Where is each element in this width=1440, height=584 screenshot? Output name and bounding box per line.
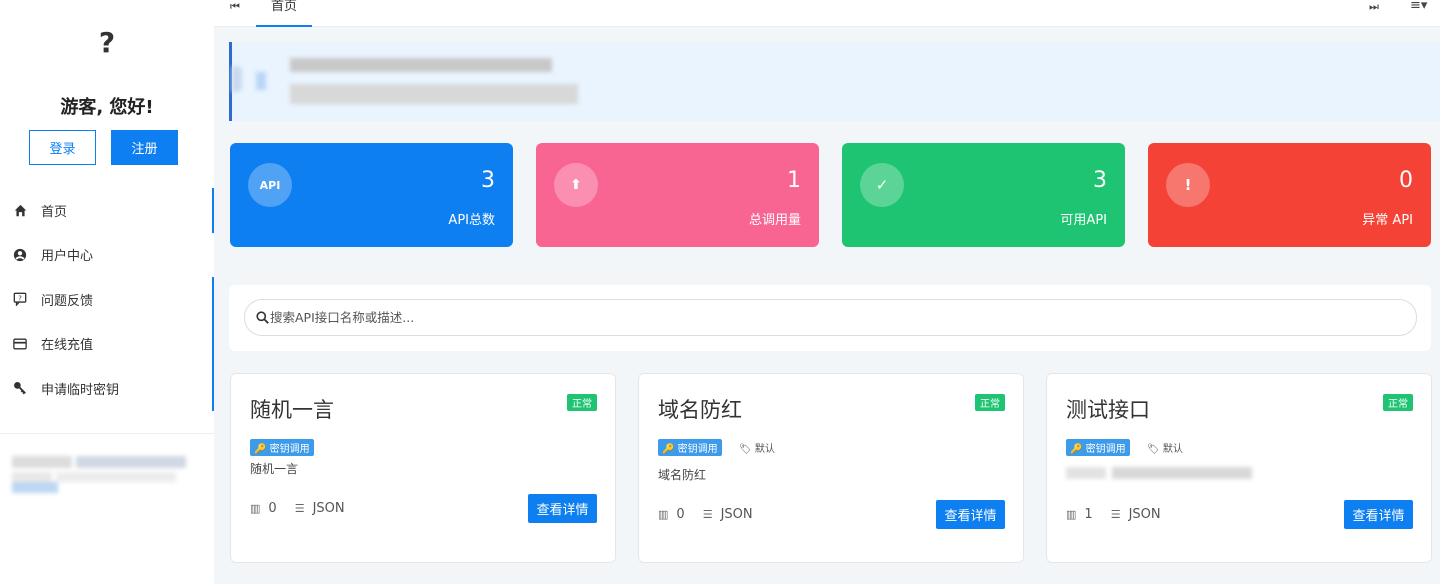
api-title: 域名防红: [658, 398, 742, 422]
calls-icon: ▥: [1066, 508, 1077, 521]
search-icon: [256, 311, 269, 324]
call-count: 1: [1084, 507, 1093, 522]
stat-value: 1: [787, 168, 801, 193]
response-format: JSON: [720, 507, 753, 522]
blurred-notice-content: [232, 58, 582, 110]
api-title: 测试接口: [1066, 398, 1150, 422]
key-auth-tag: 🔑 密钥调用: [658, 439, 722, 456]
stat-card-total-calls: ⬆ 1 总调用量: [536, 143, 819, 247]
stat-label: 总调用量: [748, 213, 801, 228]
key-auth-tag: 🔑 密钥调用: [1066, 439, 1130, 456]
alert-icon: !: [1166, 163, 1210, 207]
sidebar-item-recharge[interactable]: 在线充值: [0, 321, 214, 367]
stat-card-abnormal-api: ! 0 异常 API: [1148, 143, 1431, 247]
sidebar-item-feedback[interactable]: ? 问题反馈: [0, 277, 214, 322]
view-details-button[interactable]: 查看详情: [936, 500, 1005, 529]
list-icon: ☰: [1110, 508, 1121, 521]
api-title: 随机一言: [250, 398, 334, 422]
sidebar-item-label: 首页: [41, 204, 68, 220]
svg-text:?: ?: [18, 295, 22, 303]
feedback-icon: ?: [12, 291, 28, 307]
default-tag: 🏷 默认: [739, 444, 775, 455]
sidebar-divider: [0, 433, 214, 434]
status-badge: 正常: [567, 394, 597, 411]
sidebar-item-home[interactable]: 首页: [0, 188, 214, 233]
stat-card-api-total: API 3 API总数: [230, 143, 513, 247]
default-tag: 🏷 默认: [1147, 444, 1183, 455]
register-button[interactable]: 注册: [111, 130, 178, 165]
notice-banner: [229, 42, 1440, 121]
tab-menu-icon[interactable]: ≡▾: [1410, 0, 1427, 13]
status-badge: 正常: [1383, 394, 1413, 411]
calls-icon: ▥: [658, 508, 669, 521]
search-box: [244, 299, 1417, 336]
stat-value: 0: [1399, 168, 1413, 193]
search-input[interactable]: [270, 310, 1370, 325]
stat-label: 可用API: [1060, 213, 1107, 228]
api-description: 域名防红: [658, 468, 707, 482]
credit-card-icon: [12, 336, 28, 352]
user-icon: [12, 247, 28, 263]
api-description: 随机一言: [250, 462, 299, 476]
sidebar-item-label: 用户中心: [41, 249, 94, 265]
scroll-last-icon[interactable]: ⏭: [1369, 0, 1379, 14]
api-meta: ▥ 1 ☰ JSON: [1066, 507, 1179, 522]
call-count: 0: [676, 507, 685, 522]
key-auth-tag: 🔑 密钥调用: [250, 439, 314, 456]
api-card: 随机一言 正常 🔑 密钥调用 随机一言 ▥ 0 ☰ JSON 查看详情: [230, 373, 616, 563]
key-icon: [12, 380, 28, 396]
blurred-content: [12, 456, 190, 496]
sidebar-nav: 首页 用户中心 ? 问题反馈 在线充值 申请临时密钥: [0, 188, 214, 411]
stat-card-available-api: ✓ 3 可用API: [842, 143, 1125, 247]
api-card: 域名防红 正常 🔑 密钥调用 🏷 默认 域名防红 ▥ 0 ☰ JSON 查看详情: [638, 373, 1024, 563]
list-icon: ☰: [702, 508, 713, 521]
api-meta: ▥ 0 ☰ JSON: [250, 501, 363, 516]
list-icon: ☰: [294, 502, 305, 515]
status-badge: 正常: [975, 394, 1005, 411]
view-details-button[interactable]: 查看详情: [1344, 500, 1413, 529]
calls-icon: ▥: [250, 502, 261, 515]
sidebar: ? 游客, 您好! 登录 注册 首页 用户中心 ? 问题反馈 在线充值 申请临时…: [0, 0, 214, 584]
api-meta: ▥ 0 ☰ JSON: [658, 507, 771, 522]
view-details-button[interactable]: 查看详情: [528, 494, 597, 523]
sidebar-item-label: 申请临时密钥: [41, 382, 120, 398]
call-count: 0: [268, 501, 277, 516]
avatar: ?: [98, 26, 116, 59]
api-icon: API: [248, 163, 292, 207]
sidebar-item-label: 在线充值: [41, 338, 94, 354]
sidebar-item-user-center[interactable]: 用户中心: [0, 233, 214, 278]
response-format: JSON: [1128, 507, 1161, 522]
stat-label: 异常 API: [1362, 213, 1413, 228]
tag-icon: 🏷: [739, 444, 752, 455]
blurred-description: [1066, 467, 1252, 481]
stat-label: API总数: [448, 213, 495, 228]
arrow-up-icon: ⬆: [554, 163, 598, 207]
greeting-text: 游客, 您好!: [60, 97, 154, 118]
stat-value: 3: [1093, 168, 1107, 193]
tab-home[interactable]: 首页: [256, 0, 312, 27]
response-format: JSON: [312, 501, 345, 516]
tag-icon: 🏷: [1147, 444, 1160, 455]
login-button[interactable]: 登录: [29, 130, 96, 165]
sidebar-item-label: 问题反馈: [41, 293, 94, 309]
sidebar-item-temp-key[interactable]: 申请临时密钥: [0, 366, 214, 411]
home-icon: [12, 202, 28, 218]
top-tab-bar: ⏮ 首页 ⏭ ≡▾: [214, 0, 1440, 27]
search-card: [229, 285, 1431, 351]
check-circle-icon: ✓: [860, 163, 904, 207]
scroll-first-icon[interactable]: ⏮: [230, 0, 240, 14]
stat-value: 3: [481, 168, 495, 193]
api-card: 测试接口 正常 🔑 密钥调用 🏷 默认 ▥ 1 ☰ JSON 查看详情: [1046, 373, 1432, 563]
